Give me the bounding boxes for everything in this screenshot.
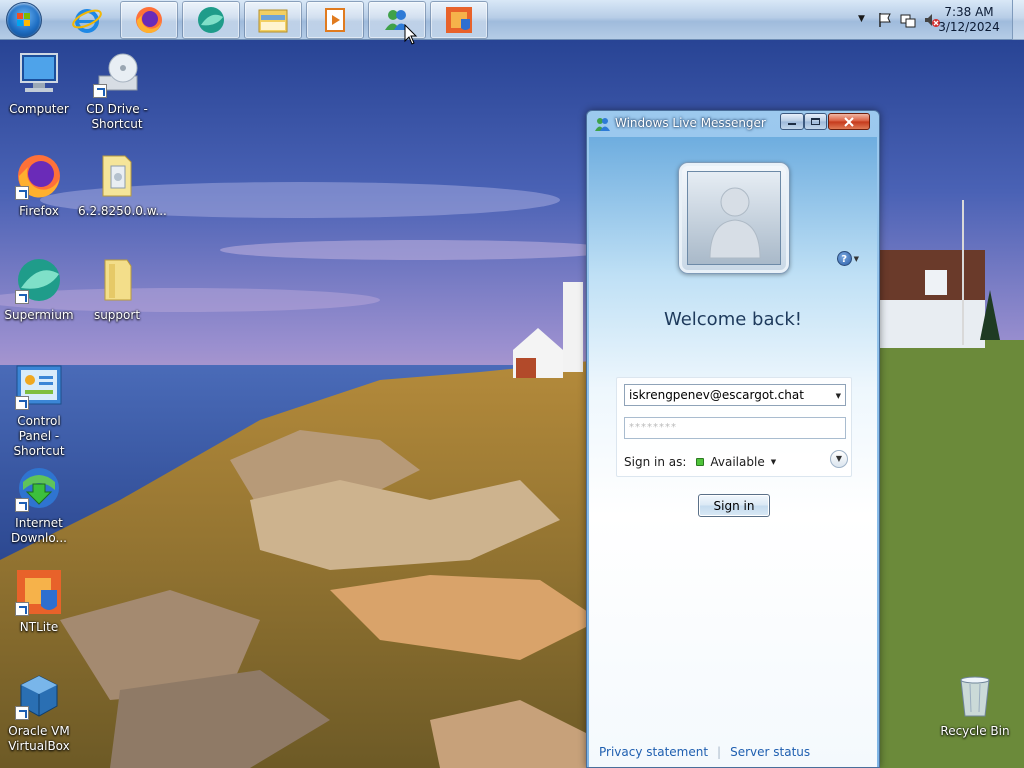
status-selector[interactable]: Available — [710, 455, 764, 469]
shortcut-arrow-icon — [93, 84, 107, 98]
taskbar-media-player[interactable] — [306, 1, 364, 39]
shortcut-arrow-icon — [15, 290, 29, 304]
email-value: iskrengpenev@escargot.chat — [629, 388, 804, 402]
taskbar: ▼ 7:38 AM 3/12/2024 — [0, 0, 1024, 40]
network-icon[interactable] — [900, 12, 916, 28]
messenger-icon — [595, 118, 610, 131]
show-desktop-button[interactable] — [1012, 0, 1024, 40]
desktop-icon-cd-drive[interactable]: CD Drive - Shortcut — [78, 50, 156, 132]
taskbar-firefox[interactable] — [120, 1, 178, 39]
email-field[interactable]: iskrengpenev@escargot.chat ▼ — [624, 384, 846, 406]
link-separator: | — [717, 745, 722, 759]
shortcut-arrow-icon — [15, 602, 29, 616]
desktop-icon-label: Oracle VM VirtualBox — [8, 724, 70, 753]
desktop-icon-support-folder[interactable]: support — [78, 256, 156, 323]
shortcut-arrow-icon — [15, 396, 29, 410]
folder-icon — [104, 259, 132, 301]
chevron-down-icon[interactable]: ▼ — [771, 458, 776, 466]
desktop-icon-supermium[interactable]: Supermium — [0, 256, 78, 323]
windows-logo-icon — [17, 13, 30, 26]
sign-in-form: iskrengpenev@escargot.chat ▼ ******** Si… — [616, 377, 852, 477]
desktop-icon-computer[interactable]: Computer — [0, 50, 78, 117]
desktop-icon-label: 6.2.8250.0.w... — [78, 204, 167, 218]
shortcut-arrow-icon — [15, 498, 29, 512]
recycle-bin-icon — [960, 676, 990, 717]
help-icon: ? — [836, 251, 852, 266]
folder-icon — [102, 155, 132, 197]
sign-in-status-row: Sign in as: Available ▼ — [624, 455, 776, 469]
close-icon — [844, 116, 854, 127]
sign-in-as-label: Sign in as: — [624, 455, 687, 469]
mouse-cursor-icon — [404, 24, 418, 45]
desktop-icon-label: Supermium — [4, 308, 74, 322]
messenger-title-bar[interactable]: Windows Live Messenger — [587, 111, 879, 137]
taskbar-internet-explorer[interactable] — [58, 1, 116, 39]
desktop-icon-label: NTLite — [19, 620, 59, 634]
desktop-icon-control-panel[interactable]: Control Panel - Shortcut — [0, 362, 78, 459]
supermium-icon — [198, 7, 224, 33]
help-menu-button[interactable]: ? ▼ — [836, 251, 859, 266]
clock-time: 7:38 AM — [944, 5, 994, 19]
clock-date: 3/12/2024 — [938, 20, 1000, 34]
messenger-sign-in-pane: ? ▼ Welcome back! iskrengpenev@escargot.… — [589, 137, 877, 767]
welcome-heading: Welcome back! — [663, 309, 803, 330]
shortcut-arrow-icon — [15, 706, 29, 720]
more-options-button[interactable]: ▼ — [830, 450, 848, 468]
desktop-icon-ntlite[interactable]: NTLite — [0, 568, 78, 635]
minimize-button[interactable] — [780, 113, 804, 130]
firefox-icon — [136, 7, 162, 34]
desktop-icon-virtualbox[interactable]: Oracle VM VirtualBox — [0, 672, 78, 754]
messenger-window: Windows Live Messenger ? ▼ Welcome back!… — [586, 110, 880, 768]
desktop-icon-label: CD Drive - Shortcut — [86, 102, 148, 131]
shortcut-arrow-icon — [15, 186, 29, 200]
sign-in-button[interactable]: Sign in — [698, 494, 770, 517]
desktop-icon-recycle-bin[interactable]: Recycle Bin — [936, 672, 1014, 739]
server-status-link[interactable]: Server status — [730, 745, 810, 759]
chevron-down-icon: ▼ — [835, 454, 843, 463]
desktop-icon-label: Recycle Bin — [940, 724, 1010, 738]
chevron-down-icon: ▼ — [853, 254, 859, 263]
desktop-icon-label: Firefox — [19, 204, 59, 218]
window-title: Windows Live Messenger — [615, 116, 766, 130]
start-button[interactable] — [6, 2, 42, 38]
desktop-icon-label: Computer — [9, 102, 69, 116]
taskbar-supermium[interactable] — [182, 1, 240, 39]
default-user-avatar-icon — [709, 187, 761, 259]
minimize-icon — [788, 123, 796, 125]
taskbar-windows-explorer[interactable] — [244, 1, 302, 39]
display-picture[interactable] — [678, 162, 790, 274]
clock[interactable]: 7:38 AM 3/12/2024 — [934, 5, 1004, 35]
action-center-flag-icon[interactable] — [878, 12, 892, 28]
show-hidden-icons-icon[interactable]: ▼ — [858, 14, 865, 24]
desktop-icon-label: Internet Downlo... — [11, 516, 67, 545]
desktop-icon-windows-build-folder[interactable]: 6.2.8250.0.w... — [78, 152, 167, 219]
desktop-icon-label: Control Panel - Shortcut — [13, 414, 65, 458]
privacy-statement-link[interactable]: Privacy statement — [599, 745, 708, 759]
password-field[interactable]: ******** — [624, 417, 846, 439]
chevron-down-icon[interactable]: ▼ — [836, 389, 841, 403]
close-button[interactable] — [828, 113, 870, 130]
media-player-icon — [325, 8, 345, 32]
maximize-button[interactable] — [804, 113, 827, 130]
folder-icon — [258, 9, 288, 33]
desktop-icon-firefox[interactable]: Firefox — [0, 152, 78, 219]
maximize-icon — [811, 118, 820, 125]
ntlite-icon — [446, 7, 472, 33]
computer-icon — [20, 53, 58, 92]
status-available-icon — [696, 458, 705, 466]
internet-explorer-icon — [72, 9, 102, 33]
desktop-icon-internet-download-manager[interactable]: Internet Downlo... — [0, 464, 78, 546]
footer-links: Privacy statement | Server status — [599, 745, 810, 759]
password-mask: ******** — [629, 422, 677, 433]
taskbar-ntlite[interactable] — [430, 1, 488, 39]
desktop-icon-label: support — [93, 308, 141, 322]
